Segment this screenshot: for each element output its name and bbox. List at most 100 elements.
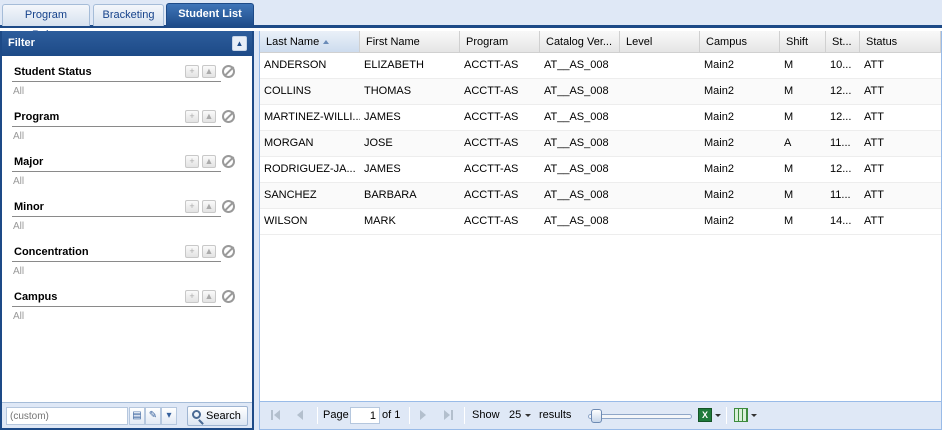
table-cell: JOSE [364,137,393,149]
page-size-chevron-icon[interactable] [525,414,531,417]
column-header[interactable]: Shift [780,31,826,52]
column-header[interactable]: Campus [700,31,780,52]
table-cell: Main2 [704,111,734,123]
separator [317,407,318,424]
table-row[interactable]: MORGAN JOSE ACCTT-AS AT__AS_008 Main2 A 11... A… [260,131,941,157]
table-cell: THOMAS [364,85,412,97]
collapse-icon[interactable]: ▲ [232,36,247,51]
column-header[interactable]: Last Name [260,31,360,52]
page-size-select[interactable]: 25 [509,409,521,422]
table-cell: M [784,111,794,123]
filter-sections: Student Status + ▲ All Program + ▲ All Major + ▲ Al… [2,56,252,326]
add-icon[interactable]: + [185,155,199,168]
grid-body: ANDERSON ELIZABETH ACCTT-AS AT__AS_008 Main2… [260,53,941,235]
column-header[interactable]: Status [860,31,941,52]
page-size-slider-track[interactable] [588,414,692,419]
first-page-icon[interactable] [274,410,280,420]
table-cell: Main2 [704,137,734,149]
table-cell: Main2 [704,59,734,71]
columns-chevron-icon[interactable] [751,414,757,417]
table-cell: AT__AS_008 [544,59,609,71]
tab-student-list[interactable]: Student List [166,3,254,27]
table-cell [620,183,700,208]
table-row[interactable]: ANDERSON ELIZABETH ACCTT-AS AT__AS_008 Main2… [260,53,941,79]
filter-dropdown-chevron-icon[interactable]: ▾ [161,407,177,425]
filter-footer: ▤ ✎ ▾ Search [2,402,252,428]
table-cell [620,209,700,234]
table-cell: ATT [864,215,884,227]
column-header[interactable]: St... [826,31,860,52]
table-cell: ATT [864,137,884,149]
table-cell [620,105,700,130]
move-up-icon[interactable]: ▲ [202,155,216,168]
export-chevron-icon[interactable] [715,414,721,417]
table-cell: AT__AS_008 [544,215,609,227]
table-row[interactable]: COLLINS THOMAS ACCTT-AS AT__AS_008 Main2 M 12.… [260,79,941,105]
clear-filter-icon[interactable] [222,155,235,168]
clear-filter-icon[interactable] [222,290,235,303]
move-up-icon[interactable]: ▲ [202,200,216,213]
table-row[interactable]: WILSON MARK ACCTT-AS AT__AS_008 Main2 M 14... A… [260,209,941,235]
column-header[interactable]: Catalog Ver... [540,31,620,52]
search-button[interactable]: Search [187,406,248,426]
add-icon[interactable]: + [185,200,199,213]
prev-page-icon[interactable] [297,410,303,420]
table-cell: M [784,85,794,97]
page-label: Page [323,409,349,421]
custom-filter-input[interactable] [6,407,128,425]
add-icon[interactable]: + [185,110,199,123]
tab-bracketing[interactable]: Bracketing [93,4,164,26]
filter-section: Major + ▲ All [2,146,252,191]
table-cell [620,79,700,104]
clear-filter-icon[interactable] [222,110,235,123]
table-cell: 12... [830,85,852,97]
filter-section-value: All [13,86,25,97]
table-cell: BARBARA [364,189,417,201]
filter-section: Program + ▲ All [2,101,252,146]
last-page-icon[interactable] [444,410,450,420]
table-cell: 11... [830,189,851,201]
clear-filter-icon[interactable] [222,245,235,258]
add-icon[interactable]: + [185,245,199,258]
table-cell: JAMES [364,163,401,175]
filter-section-value: All [13,311,25,322]
add-icon[interactable]: + [185,290,199,303]
table-cell: 14... [830,215,852,227]
table-cell: ACCTT-AS [464,189,519,201]
table-row[interactable]: SANCHEZ BARBARA ACCTT-AS AT__AS_008 Main2 M 11… [260,183,941,209]
table-row[interactable]: RODRIGUEZ-JA... JAMES ACCTT-AS AT__AS_008 Ma… [260,157,941,183]
table-row[interactable]: MARTINEZ-WILLI... JAMES ACCTT-AS AT__AS_008… [260,105,941,131]
table-cell: Main2 [704,215,734,227]
clear-filter-icon[interactable] [222,200,235,213]
page-number-input[interactable] [350,407,380,424]
page-size-slider-thumb[interactable] [591,409,602,423]
search-icon [192,410,201,419]
table-cell: ATT [864,163,884,175]
column-header-label: Catalog Ver... [546,36,613,48]
wrench-icon[interactable]: ✎ [145,407,161,425]
table-cell: ACCTT-AS [464,163,519,175]
table-cell: 12... [830,111,852,123]
column-header-label: Program [466,36,509,48]
move-up-icon[interactable]: ▲ [202,65,216,78]
next-page-icon[interactable] [420,410,426,420]
filter-section: Minor + ▲ All [2,191,252,236]
move-up-icon[interactable]: ▲ [202,290,216,303]
add-icon[interactable]: + [185,65,199,78]
column-header[interactable]: Level [620,31,700,52]
move-up-icon[interactable]: ▲ [202,245,216,258]
clear-filter-icon[interactable] [222,65,235,78]
column-header[interactable]: First Name [360,31,460,52]
filter-section-value: All [13,131,25,142]
tab-program-rules[interactable]: Program Rules [2,4,90,41]
excel-export-icon[interactable]: X [698,408,712,422]
student-grid: Last Name First Name Program Catalog Ver...… [259,31,942,430]
table-cell: M [784,189,794,201]
table-cell: SANCHEZ [264,189,317,201]
table-cell: MORGAN [264,137,314,149]
move-up-icon[interactable]: ▲ [202,110,216,123]
columns-icon[interactable] [734,408,748,422]
column-header[interactable]: Program [460,31,540,52]
save-icon[interactable]: ▤ [129,407,145,425]
page-count-label: of 1 [382,409,401,421]
